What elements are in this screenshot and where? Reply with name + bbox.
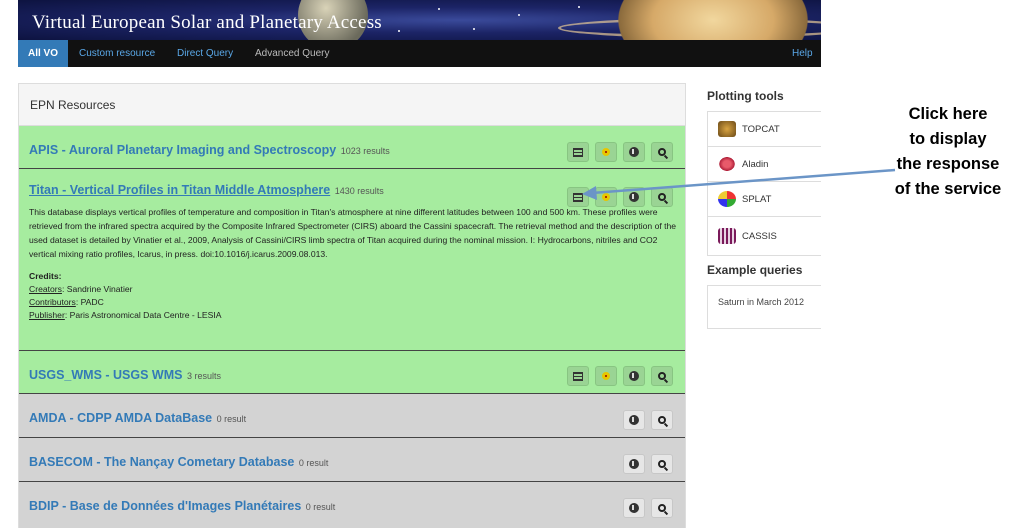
page: Virtual European Solar and Planetary Acc… <box>0 0 1016 528</box>
annotation-arrow <box>582 168 896 200</box>
